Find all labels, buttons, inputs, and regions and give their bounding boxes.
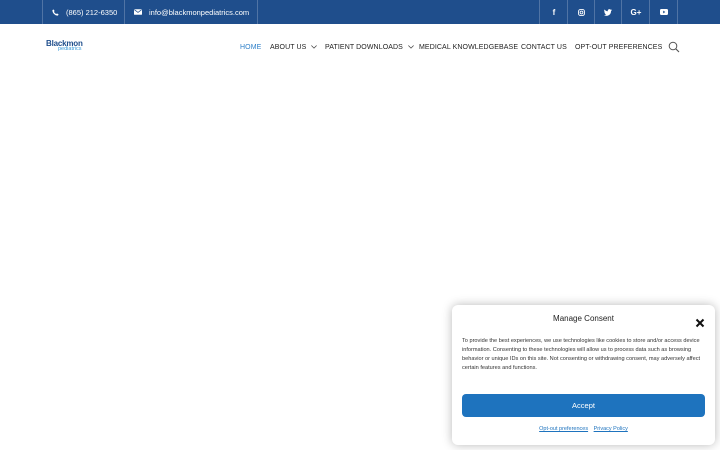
consent-links: Opt-out preferences Privacy Policy (452, 426, 715, 432)
phone-link[interactable]: (865) 212-6350 (52, 0, 117, 24)
nav-medical-knowledgebase[interactable]: MEDICAL KNOWLEDGEBASE (419, 42, 518, 52)
nav-patient-downloads[interactable]: PATIENT DOWNLOADS (325, 42, 414, 52)
divider (42, 0, 43, 24)
nav-downloads-label: PATIENT DOWNLOADS (325, 43, 403, 51)
opt-out-preferences-link[interactable]: Opt-out preferences (539, 426, 588, 432)
consent-title: Manage Consent (553, 314, 614, 323)
search-icon[interactable] (668, 40, 680, 53)
google-plus-icon[interactable]: G+ (622, 0, 650, 24)
logo-text-secondary: pediatrics (58, 46, 82, 52)
nav-contact-us[interactable]: CONTACT US (521, 42, 567, 52)
close-icon[interactable] (695, 315, 705, 328)
phone-icon (52, 8, 59, 16)
top-contact-bar: (865) 212-6350 info@blackmonpediatrics.c… (0, 0, 720, 24)
phone-number: (865) 212-6350 (66, 7, 118, 17)
site-logo[interactable]: Blackmon pediatrics (46, 40, 92, 56)
divider (677, 0, 678, 24)
nav-about-us[interactable]: ABOUT US (270, 42, 318, 52)
nav-about-label: ABOUT US (270, 43, 307, 51)
facebook-icon[interactable]: f (540, 0, 568, 24)
nav-home-label: HOME (240, 43, 262, 51)
youtube-icon[interactable] (650, 0, 678, 24)
youtube-glyph (660, 9, 668, 15)
consent-dialog: Manage Consent To provide the best exper… (452, 305, 715, 445)
chevron-down-icon (408, 45, 414, 49)
email-link[interactable]: info@blackmonpediatrics.com (134, 0, 249, 24)
consent-message: To provide the best experiences, we use … (462, 338, 701, 371)
chevron-down-icon (311, 45, 318, 49)
instagram-icon[interactable] (567, 0, 595, 24)
nav-home[interactable]: HOME (240, 42, 261, 52)
privacy-policy-link[interactable]: Privacy Policy (594, 426, 628, 432)
envelope-icon (134, 9, 142, 15)
instagram-glyph (577, 8, 585, 16)
divider (257, 0, 258, 24)
nav-optout-label: OPT-OUT PREFERENCES (575, 43, 663, 51)
divider (124, 0, 125, 24)
twitter-glyph (604, 8, 612, 16)
nav-opt-out-preferences[interactable]: OPT-OUT PREFERENCES (575, 42, 662, 52)
nav-knowledge-label: MEDICAL KNOWLEDGEBASE (419, 43, 519, 51)
twitter-icon[interactable] (594, 0, 622, 24)
nav-contact-label: CONTACT US (521, 43, 567, 51)
accept-button[interactable]: Accept (462, 394, 705, 417)
email-address: info@blackmonpediatrics.com (149, 7, 250, 17)
